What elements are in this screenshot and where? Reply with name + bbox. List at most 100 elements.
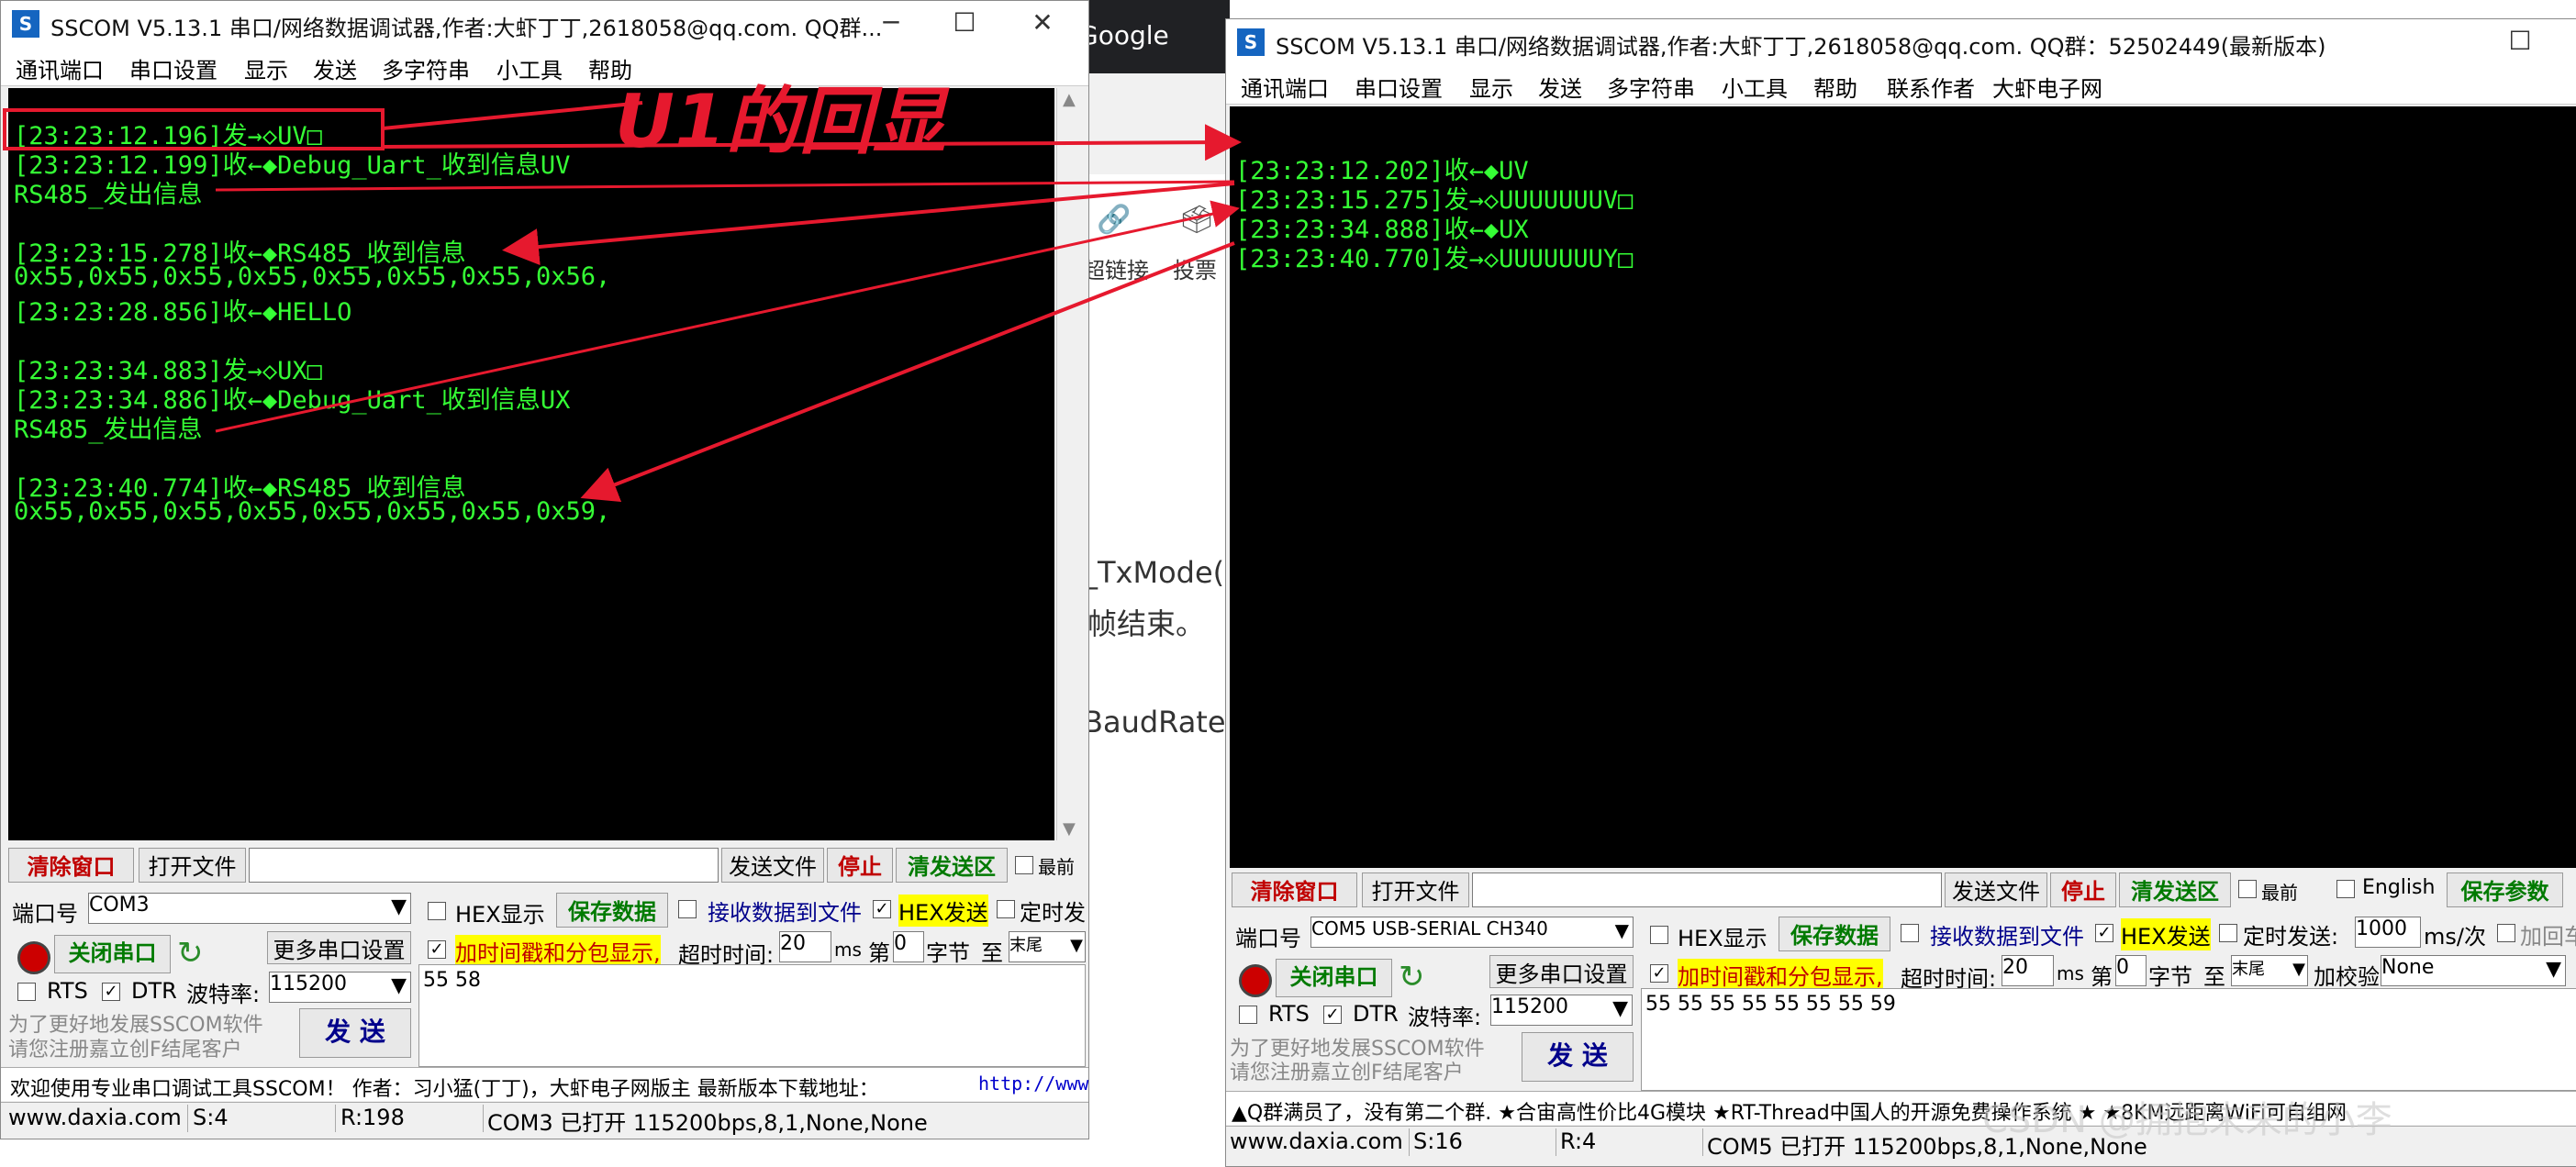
save-params-button[interactable]: 保存参数 xyxy=(2447,872,2563,907)
menu-help[interactable]: 帮助 xyxy=(1813,71,1857,103)
receive-terminal[interactable]: [23:23:12.196]发→◇UV□ [23:23:12.199]收←◆De… xyxy=(8,88,1054,840)
vote-label[interactable]: 投票 xyxy=(1173,252,1217,284)
send-button[interactable]: 发 送 xyxy=(1522,1032,1634,1082)
end-select[interactable]: 末尾 ▼ xyxy=(1009,931,1086,962)
port-select[interactable]: COM5 USB-SERIAL CH340 ▼ xyxy=(1310,917,1634,948)
menu-send[interactable]: 发送 xyxy=(1538,71,1582,103)
clear-send-button[interactable]: 清发送区 xyxy=(896,848,1008,883)
clear-window-button[interactable]: 清除窗口 xyxy=(8,848,134,883)
maximize-icon[interactable]: ☐ xyxy=(2492,23,2548,60)
timeout-input[interactable]: 20 xyxy=(779,931,831,962)
nth-input[interactable]: 0 xyxy=(2115,955,2147,986)
terminal-line: 0x55,0x55,0x55,0x55,0x55,0x55,0x55,0x56, xyxy=(14,262,611,291)
send-textarea[interactable]: 55 58 xyxy=(418,964,1086,1067)
open-file-button[interactable]: 打开文件 xyxy=(1362,872,1469,907)
send-text: 55 58 xyxy=(423,969,481,992)
dtr-label: DTR xyxy=(131,978,177,1004)
close-port-button[interactable]: 关闭串口 xyxy=(54,935,171,973)
checksum-select[interactable]: None ▼ xyxy=(2381,955,2566,986)
scroll-up-icon[interactable]: ▲ xyxy=(1063,90,1076,109)
refresh-icon[interactable]: ↻ xyxy=(177,935,204,972)
dtr-checkbox[interactable]: ✓ xyxy=(102,983,120,1001)
english-checkbox[interactable] xyxy=(2336,880,2355,898)
hex-display-checkbox[interactable] xyxy=(1650,926,1668,944)
terminal-line: [23:23:28.856]收←◆HELLO xyxy=(14,298,352,327)
hex-display-checkbox[interactable] xyxy=(428,902,446,920)
dtr-checkbox[interactable]: ✓ xyxy=(1323,1006,1342,1024)
status-received: R:198 xyxy=(337,1105,484,1132)
menu-display[interactable]: 显示 xyxy=(1469,71,1513,103)
scroll-down-icon[interactable]: ▼ xyxy=(1063,819,1076,839)
timed-send-checkbox[interactable] xyxy=(2219,924,2237,942)
menu-serial-settings[interactable]: 串口设置 xyxy=(1355,71,1443,103)
close-port-label: 关闭串口 xyxy=(68,940,157,966)
menu-tools[interactable]: 小工具 xyxy=(1722,71,1788,103)
timestamp-label: 加时间戳和分包显示, xyxy=(1678,959,1883,991)
rts-checkbox[interactable] xyxy=(17,983,36,1001)
stop-button[interactable]: 停止 xyxy=(2050,872,2116,907)
menu-contact-author[interactable]: 联系作者 xyxy=(1887,71,1975,103)
bg-text-line: _TxMode() xyxy=(1083,555,1236,590)
menu-daxia-site[interactable]: 大虾电子网 xyxy=(1992,71,2102,103)
terminal-line: 0x55,0x55,0x55,0x55,0x55,0x55,0x55,0x59, xyxy=(14,497,611,526)
timed-interval-input[interactable]: 1000 xyxy=(2355,917,2421,948)
download-link[interactable]: http://www xyxy=(978,1073,1088,1095)
rts-checkbox[interactable] xyxy=(1239,1006,1257,1024)
menu-serial-settings[interactable]: 串口设置 xyxy=(129,52,217,84)
menu-comm-port[interactable]: 通讯端口 xyxy=(16,52,104,84)
titlebar[interactable]: S SSCOM V5.13.1 串口/网络数据调试器,作者:大虾丁丁,26180… xyxy=(1226,19,2576,65)
refresh-icon[interactable]: ↻ xyxy=(1399,959,1425,995)
send-file-button[interactable]: 发送文件 xyxy=(1945,872,2047,907)
close-icon[interactable]: ✕ xyxy=(1015,5,1070,41)
google-tab-label[interactable]: Google xyxy=(1078,20,1169,50)
save-data-label: 保存数据 xyxy=(1790,923,1879,949)
topmost-checkbox[interactable] xyxy=(2238,880,2257,898)
baud-select[interactable]: 115200 ▼ xyxy=(1490,995,1633,1026)
baud-select[interactable]: 115200 ▼ xyxy=(269,972,411,1003)
timestamp-checkbox[interactable]: ✓ xyxy=(1650,964,1668,983)
close-port-button[interactable]: 关闭串口 xyxy=(1276,959,1392,997)
receive-terminal[interactable]: [23:23:12.202]收←◆UV [23:23:15.275]发→◇UUU… xyxy=(1230,106,2576,868)
clear-window-button[interactable]: 清除窗口 xyxy=(1232,872,1357,907)
end-select[interactable]: 末尾 ▼ xyxy=(2231,955,2308,986)
port-select[interactable]: COM3 ▼ xyxy=(88,893,411,924)
maximize-icon[interactable]: ☐ xyxy=(937,5,992,41)
menu-display[interactable]: 显示 xyxy=(244,52,288,84)
open-file-button[interactable]: 打开文件 xyxy=(139,848,246,883)
timeout-input[interactable]: 20 xyxy=(2002,955,2054,986)
annotation-label: U1的回显 xyxy=(615,79,946,164)
save-data-button[interactable]: 保存数据 xyxy=(556,893,668,928)
timed-send-checkbox[interactable] xyxy=(997,900,1015,918)
timestamp-checkbox[interactable]: ✓ xyxy=(428,940,446,959)
stop-button[interactable]: 停止 xyxy=(827,848,893,883)
terminal-scrollbar[interactable]: ▲ ▼ xyxy=(1056,88,1085,840)
topmost-checkbox[interactable] xyxy=(1015,856,1033,874)
save-data-button[interactable]: 保存数据 xyxy=(1779,917,1890,951)
hex-send-checkbox[interactable]: ✓ xyxy=(873,900,891,918)
status-sent: S:16 xyxy=(1410,1128,1556,1156)
hyperlink-label[interactable]: 超链接 xyxy=(1083,252,1149,284)
send-textarea[interactable]: 55 55 55 55 55 55 55 59 xyxy=(1641,988,2576,1091)
terminal-line: [23:23:40.770]发→◇UUUUUUUY□ xyxy=(1235,245,1634,273)
more-settings-button[interactable]: 更多串口设置 xyxy=(1489,955,1634,988)
menu-send[interactable]: 发送 xyxy=(313,52,357,84)
file-path-input[interactable] xyxy=(1472,872,1942,907)
terminal-line: RS485_发出信息 xyxy=(14,416,203,444)
send-button[interactable]: 发 送 xyxy=(299,1008,411,1058)
file-path-input[interactable] xyxy=(249,848,719,883)
menu-comm-port[interactable]: 通讯端口 xyxy=(1241,71,1329,103)
send-file-button[interactable]: 发送文件 xyxy=(721,848,824,883)
hex-display-label: HEX显示 xyxy=(1678,926,1768,951)
menu-multi-string[interactable]: 多字符串 xyxy=(1607,71,1695,103)
nth-input[interactable]: 0 xyxy=(893,931,924,962)
titlebar[interactable]: S SSCOM V5.13.1 串口/网络数据调试器,作者:大虾丁丁,26180… xyxy=(1,1,1088,47)
menu-tools[interactable]: 小工具 xyxy=(496,52,563,84)
recv-to-file-checkbox[interactable] xyxy=(678,900,697,918)
minimize-icon[interactable]: ─ xyxy=(864,5,919,41)
menu-multi-string[interactable]: 多字符串 xyxy=(382,52,470,84)
clear-send-button[interactable]: 清发送区 xyxy=(2119,872,2231,907)
more-settings-button[interactable]: 更多串口设置 xyxy=(267,931,411,964)
recv-to-file-checkbox[interactable] xyxy=(1901,924,1919,942)
hex-send-checkbox[interactable]: ✓ xyxy=(2095,924,2113,942)
add-enter-checkbox[interactable] xyxy=(2497,924,2515,942)
